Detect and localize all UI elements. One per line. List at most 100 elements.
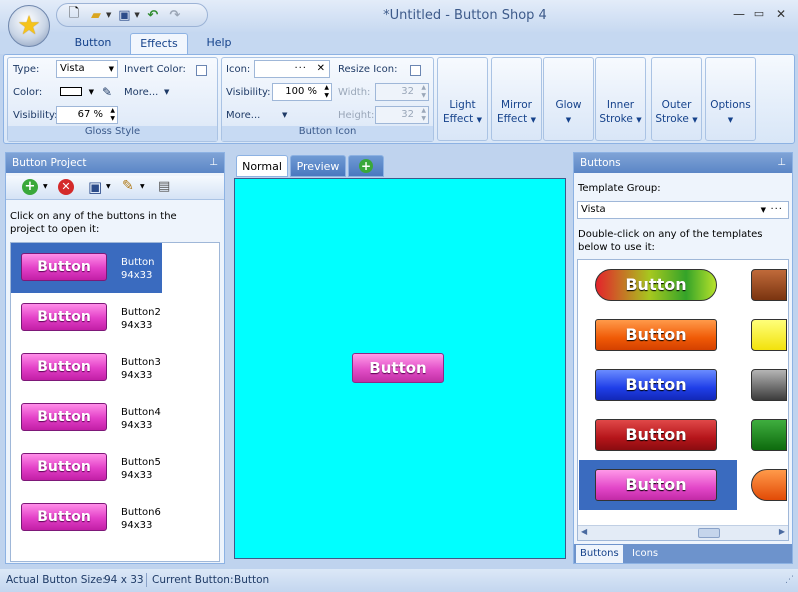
list-item[interactable]: Button 94x33 <box>121 256 155 282</box>
item-size: 94x33 <box>121 420 153 431</box>
list-item[interactable]: Button4 94x33 <box>121 406 161 432</box>
save-dropdown-icon[interactable]: ▼ <box>134 11 139 19</box>
template-partial[interactable] <box>751 319 787 351</box>
magic-wand-icon[interactable]: ✎ <box>122 178 134 194</box>
glow-button[interactable]: Glow ▼ <box>543 57 594 141</box>
template-blue[interactable]: Button <box>595 369 717 401</box>
outer-stroke-button[interactable]: Outer Stroke ▼ <box>651 57 702 141</box>
options-label: Options <box>710 99 751 111</box>
list-item[interactable]: Button5 94x33 <box>121 456 161 482</box>
list-item[interactable]: Button2 94x33 <box>121 306 161 332</box>
button-icon-group-label: Button Icon <box>222 126 433 141</box>
clear-icon[interactable]: ✕ <box>317 61 325 77</box>
button-thumbnail[interactable]: Button <box>21 503 107 531</box>
open-dropdown-icon[interactable]: ▼ <box>106 11 111 19</box>
properties-icon[interactable]: ▤ <box>158 179 170 194</box>
tab-add[interactable]: + <box>348 155 384 177</box>
visibility-input[interactable]: 67 % ▲ ▼ <box>56 106 118 124</box>
light-effect-button[interactable]: Light Effect ▼ <box>437 57 488 141</box>
buttons-panel-title: Buttons <box>580 157 621 169</box>
tab-preview[interactable]: Preview <box>290 155 346 177</box>
browse-icon[interactable]: ··· <box>294 61 307 77</box>
save-icon[interactable]: ▣ <box>115 6 133 24</box>
item-size: 94x33 <box>121 520 153 531</box>
inner-stroke-button[interactable]: Inner Stroke ▼ <box>595 57 646 141</box>
options-button[interactable]: Options ▼ <box>705 57 756 141</box>
spinner-icon[interactable]: ▲ ▼ <box>421 107 426 123</box>
resize-grip-icon[interactable]: ⋰ <box>785 569 794 591</box>
template-group-dropdown[interactable]: Vista ▼ ··· <box>577 201 789 219</box>
actual-size-label: Actual Button Size: <box>6 574 106 586</box>
icon-visibility-input[interactable]: 100 % ▲ ▼ <box>272 83 332 101</box>
resize-icon-checkbox[interactable] <box>410 65 421 76</box>
item-size: 94x33 <box>121 270 153 281</box>
width-value: 32 <box>401 86 414 97</box>
add-icon[interactable]: + <box>22 179 38 195</box>
list-item[interactable]: Button6 94x33 <box>121 506 161 532</box>
tab-effects[interactable]: Effects <box>130 33 188 55</box>
more-label[interactable]: More... <box>124 87 158 98</box>
template-partial[interactable] <box>751 269 787 301</box>
spinner-icon[interactable]: ▲ ▼ <box>324 84 329 100</box>
template-partial[interactable] <box>751 469 787 501</box>
application-menu-star-icon[interactable]: ★ <box>8 5 50 47</box>
icon-more-label[interactable]: More... <box>226 110 260 121</box>
chevron-down-icon[interactable]: ▼ <box>43 183 48 190</box>
button-thumbnail[interactable]: Button <box>21 253 107 281</box>
eyedropper-icon[interactable]: ✎ <box>102 85 112 99</box>
invert-color-checkbox[interactable] <box>196 65 207 76</box>
tab-buttons[interactable]: Buttons <box>576 545 623 563</box>
buttons-panel: Buttons ⊥ Template Group: Vista ▼ ··· Do… <box>573 152 793 564</box>
template-pink[interactable]: Button <box>595 469 717 501</box>
height-label: Height: <box>338 110 375 121</box>
current-button-value: Button <box>234 574 270 586</box>
scrollbar-thumb[interactable] <box>698 528 720 538</box>
tab-icons[interactable]: Icons <box>628 545 662 563</box>
chevron-down-icon[interactable]: ▼ <box>106 183 111 190</box>
pin-icon[interactable]: ⊥ <box>209 153 218 173</box>
template-partial[interactable] <box>751 369 787 401</box>
list-item[interactable]: Button3 94x33 <box>121 356 161 382</box>
scroll-right-icon[interactable]: ▶ <box>779 527 785 536</box>
template-partial[interactable] <box>751 419 787 451</box>
close-icon[interactable]: ✕ <box>772 5 790 23</box>
spinner-icon[interactable]: ▲ ▼ <box>110 107 115 123</box>
item-name: Button <box>121 257 155 268</box>
new-document-icon[interactable]: 🗋 <box>65 6 83 24</box>
button-thumbnail[interactable]: Button <box>21 303 107 331</box>
delete-icon[interactable]: ✕ <box>58 179 74 195</box>
browse-icon[interactable]: ··· <box>770 202 783 218</box>
save-icon[interactable]: ▣ <box>88 178 102 196</box>
mirror-effect-button[interactable]: Mirror Effect ▼ <box>491 57 542 141</box>
scroll-left-icon[interactable]: ◀ <box>581 527 587 536</box>
redo-icon[interactable]: ↷ <box>166 6 184 24</box>
gloss-style-group-label: Gloss Style <box>8 126 217 141</box>
button-thumbnail[interactable]: Button <box>21 453 107 481</box>
minimize-icon[interactable]: — <box>730 5 748 23</box>
light-effect-label-2: Effect <box>443 113 474 125</box>
tab-button[interactable]: Button <box>68 33 118 55</box>
type-dropdown[interactable]: Vista ▼ <box>56 60 118 78</box>
pin-icon[interactable]: ⊥ <box>777 153 786 173</box>
tab-help[interactable]: Help <box>200 33 238 55</box>
button-thumbnail[interactable]: Button <box>21 353 107 381</box>
maximize-icon[interactable]: ▭ <box>750 5 768 23</box>
color-picker[interactable]: ▼ <box>56 83 98 101</box>
tab-normal[interactable]: Normal <box>236 155 288 177</box>
undo-icon[interactable]: ↶ <box>144 6 162 24</box>
chevron-down-icon[interactable]: ▼ <box>140 183 145 190</box>
chevron-down-icon: ▼ <box>727 116 734 124</box>
icon-input[interactable]: ··· ✕ <box>254 60 330 78</box>
template-red[interactable]: Button <box>595 419 717 451</box>
height-input[interactable]: 32 ▲ ▼ <box>375 106 429 124</box>
button-thumbnail[interactable]: Button <box>21 403 107 431</box>
template-orange[interactable]: Button <box>595 319 717 351</box>
spinner-icon[interactable]: ▲ ▼ <box>421 84 426 100</box>
template-green-gradient[interactable]: Button <box>595 269 717 301</box>
add-tab-icon[interactable]: + <box>359 159 373 173</box>
width-input[interactable]: 32 ▲ ▼ <box>375 83 429 101</box>
horizontal-scrollbar[interactable]: ◀ ▶ <box>578 525 788 540</box>
open-folder-icon[interactable]: ▰ <box>87 6 105 24</box>
status-divider <box>146 573 147 587</box>
canvas-button-preview[interactable]: Button <box>352 353 444 383</box>
